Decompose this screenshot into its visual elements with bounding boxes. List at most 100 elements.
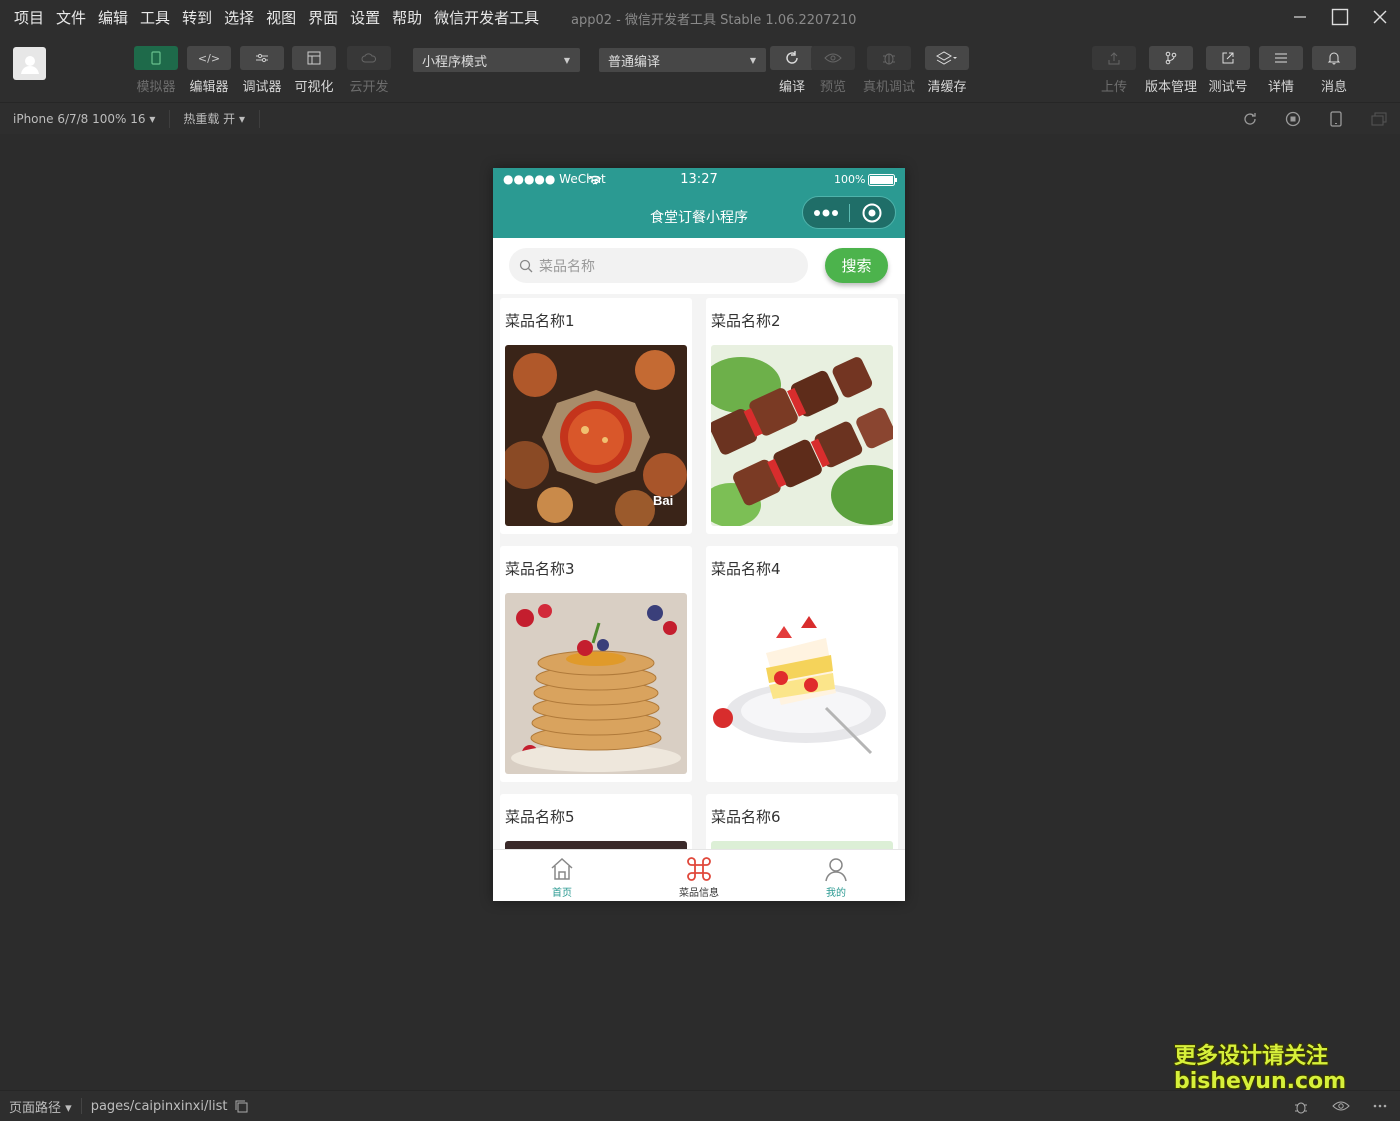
visual-label: 可视化 <box>294 80 334 95</box>
bug-icon[interactable] <box>1292 1099 1310 1115</box>
device-icon[interactable] <box>1327 110 1345 128</box>
dish-card[interactable]: 菜品名称1 Bai <box>500 298 692 534</box>
page-path: pages/caipinxinxi/list <box>90 1098 228 1114</box>
search-input[interactable]: 菜品名称 <box>509 248 808 283</box>
toolbar: 模拟器 </> 编辑器 调试器 可视化 云开发 小程序模式 ▼ 普通编译 ▼ 编… <box>0 34 1400 102</box>
cloud-icon <box>347 46 391 70</box>
hot-reload-toggle[interactable]: 热重载 开 ▾ <box>183 110 245 127</box>
preview-button[interactable]: 预览 <box>807 46 859 95</box>
menu-file[interactable]: 文件 <box>56 7 86 28</box>
rotate-icon[interactable] <box>1241 110 1259 128</box>
page-path-toggle[interactable]: 页面路径 ▾ <box>9 1097 72 1116</box>
details-button[interactable]: 详情 <box>1255 46 1307 95</box>
tab-dishes[interactable]: 菜品信息 <box>630 856 768 899</box>
dish-title: 菜品名称4 <box>711 560 781 578</box>
copy-icon[interactable] <box>235 1100 248 1113</box>
simulator-button[interactable]: 模拟器 <box>130 46 182 95</box>
version-button[interactable]: 版本管理 <box>1145 46 1197 95</box>
detach-window-icon[interactable] <box>1370 110 1388 128</box>
dish-grid: 菜品名称1 Bai 菜品名称2 菜品名称3 菜品名称4 菜品名称5 菜品名称6 <box>493 294 905 849</box>
upload-label: 上传 <box>1100 80 1127 95</box>
more-icon[interactable] <box>803 209 849 217</box>
nav-bar: 食堂订餐小程序 <box>493 192 905 238</box>
page-path-label: 页面路径 <box>9 1100 62 1116</box>
search-placeholder: 菜品名称 <box>539 258 595 275</box>
compile-label: 编译 <box>778 80 805 95</box>
tab-home-label: 首页 <box>552 888 572 899</box>
close-button[interactable] <box>1360 0 1400 34</box>
dish-card[interactable]: 菜品名称3 <box>500 546 692 782</box>
upload-icon <box>1092 46 1136 70</box>
clear-cache-button[interactable]: 清缓存 <box>921 46 973 95</box>
window-title: app02 - 微信开发者工具 Stable 1.06.2207210 <box>571 13 857 28</box>
menu-icon <box>1259 46 1303 70</box>
chevron-down-icon: ▼ <box>749 55 756 65</box>
external-icon <box>1206 46 1250 70</box>
menu-settings[interactable]: 设置 <box>350 7 380 28</box>
menu-project[interactable]: 项目 <box>14 7 44 28</box>
mode-select-value: 小程序模式 <box>422 54 488 70</box>
tab-dishes-label: 菜品信息 <box>679 888 719 899</box>
record-icon[interactable] <box>1284 110 1302 128</box>
watermark: 更多设计请关注 bisheyun.com <box>1174 1044 1346 1095</box>
svg-text:Bai: Bai <box>653 493 673 508</box>
maximize-button[interactable] <box>1320 0 1360 34</box>
menu-edit[interactable]: 编辑 <box>98 7 128 28</box>
tab-home[interactable]: 首页 <box>493 856 631 899</box>
minimize-button[interactable] <box>1280 0 1320 34</box>
eye-icon <box>811 46 855 70</box>
dish-card[interactable]: 菜品名称6 <box>706 794 898 849</box>
green-food-photo <box>711 841 893 849</box>
eye-icon[interactable] <box>1332 1099 1350 1113</box>
more-icon[interactable] <box>1372 1099 1388 1113</box>
sliders-icon <box>240 46 284 70</box>
device-select-value: iPhone 6/7/8 100% 16 <box>13 111 146 126</box>
messages-label: 消息 <box>1320 80 1347 95</box>
device-select[interactable]: iPhone 6/7/8 100% 16 ▾ <box>13 112 155 126</box>
compile-select[interactable]: 普通编译 ▼ <box>599 48 766 72</box>
menu-wechat-devtools[interactable]: 微信开发者工具 <box>434 7 539 28</box>
menu-tools[interactable]: 工具 <box>140 7 170 28</box>
search-area: 菜品名称 搜索 <box>493 238 905 294</box>
pancakes-photo <box>505 593 687 774</box>
divider <box>259 109 261 128</box>
test-account-button[interactable]: 测试号 <box>1202 46 1254 95</box>
user-icon <box>825 858 847 882</box>
close-miniprogram-icon[interactable] <box>849 203 895 223</box>
simulator-label: 模拟器 <box>136 80 176 95</box>
debugger-button[interactable]: 调试器 <box>236 46 288 95</box>
dish-title: 菜品名称5 <box>505 808 575 826</box>
cloud-dev-button[interactable]: 云开发 <box>343 46 395 95</box>
mode-select[interactable]: 小程序模式 ▼ <box>413 48 580 72</box>
status-bar-bottom: 页面路径 ▾ pages/caipinxinxi/list <box>0 1090 1400 1121</box>
upload-button[interactable]: 上传 <box>1088 46 1140 95</box>
user-avatar-icon <box>20 55 39 74</box>
dish-card[interactable]: 菜品名称4 <box>706 546 898 782</box>
dish-title: 菜品名称1 <box>505 312 575 330</box>
editor-label: 编辑器 <box>189 80 229 95</box>
branch-icon <box>1149 46 1193 70</box>
menu-goto[interactable]: 转到 <box>182 7 212 28</box>
tab-mine[interactable]: 我的 <box>767 856 905 899</box>
menu-bar: 项目 文件 编辑 工具 转到 选择 视图 界面 设置 帮助 微信开发者工具 ap… <box>0 0 1400 34</box>
dish-card[interactable]: 菜品名称5 <box>500 794 692 849</box>
menu-select[interactable]: 选择 <box>224 7 254 28</box>
version-label: 版本管理 <box>1145 80 1198 95</box>
remote-debug-button[interactable]: 真机调试 <box>863 46 915 95</box>
messages-button[interactable]: 消息 <box>1308 46 1360 95</box>
dish-title: 菜品名称6 <box>711 808 781 826</box>
menu-interface[interactable]: 界面 <box>308 7 338 28</box>
visual-button[interactable]: 可视化 <box>288 46 340 95</box>
menu-help[interactable]: 帮助 <box>392 7 422 28</box>
menu-view[interactable]: 视图 <box>266 7 296 28</box>
details-label: 详情 <box>1267 80 1294 95</box>
divider <box>169 109 171 128</box>
avatar[interactable] <box>13 47 46 80</box>
debugger-label: 调试器 <box>242 80 282 95</box>
search-button[interactable]: 搜索 <box>825 248 888 283</box>
test-account-label: 测试号 <box>1208 80 1248 95</box>
command-icon <box>687 857 711 881</box>
editor-button[interactable]: </> 编辑器 <box>183 46 235 95</box>
phone-icon <box>134 46 178 70</box>
dish-card[interactable]: 菜品名称2 <box>706 298 898 534</box>
